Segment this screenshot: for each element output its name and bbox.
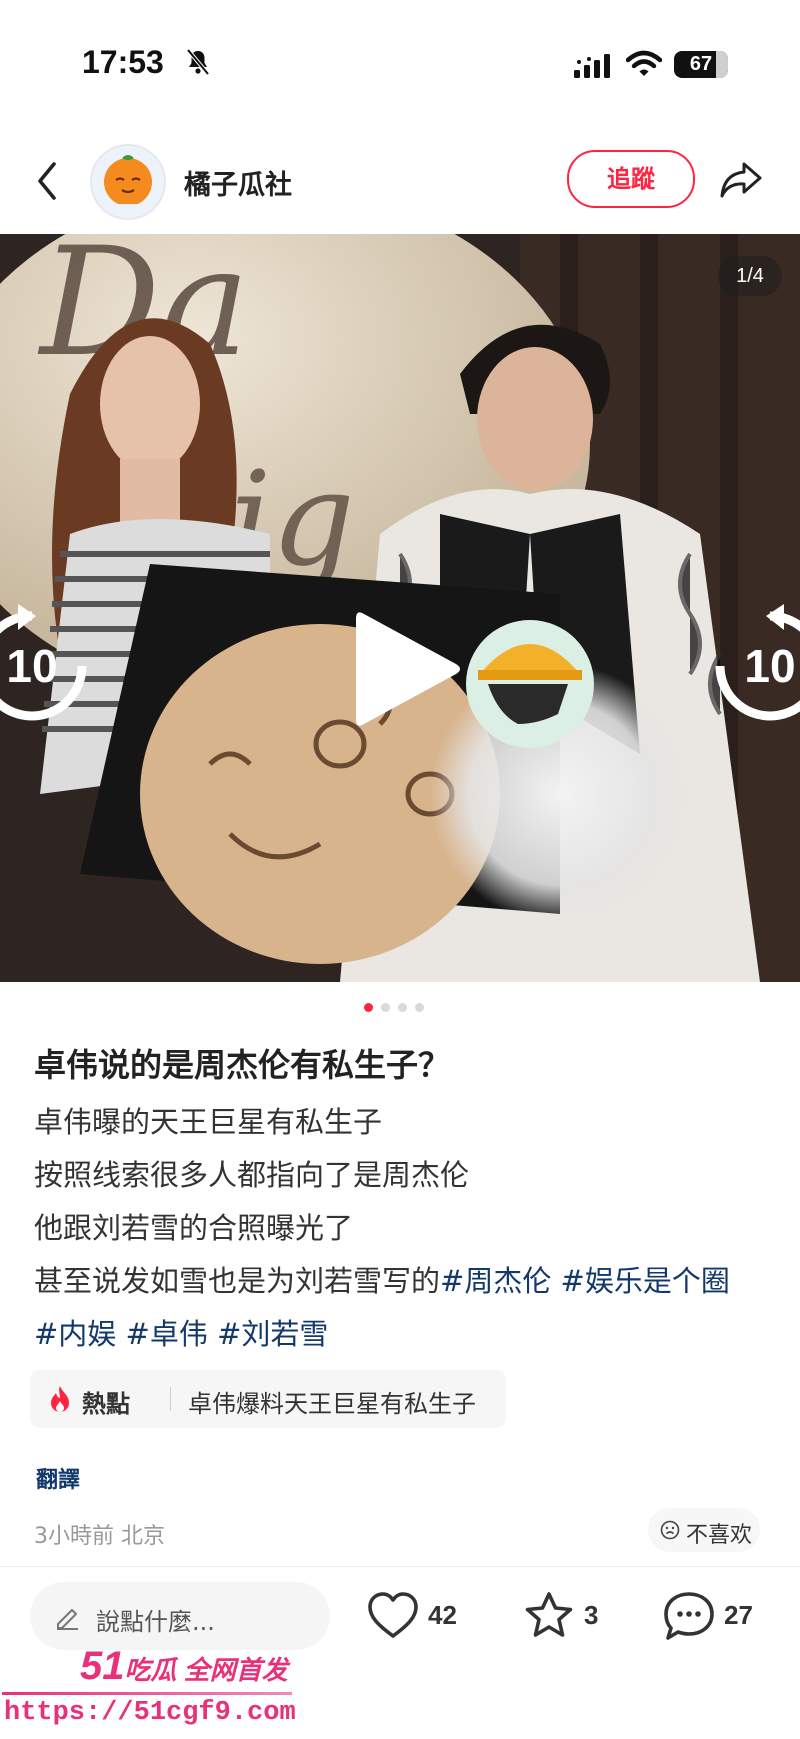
carousel-dot: [381, 1003, 390, 1012]
play-icon[interactable]: [346, 604, 466, 734]
hashtag[interactable]: #娱乐是个圈: [561, 1264, 730, 1298]
author-name[interactable]: 橘子瓜社: [184, 163, 292, 202]
comment-placeholder: 說點什麼...: [96, 1608, 215, 1636]
post-line: 甚至说发如雪也是为刘若雪写的: [34, 1264, 441, 1298]
post-header: 橘子瓜社 追蹤: [0, 130, 800, 230]
post-line: 按照线索很多人都指向了是周杰伦: [34, 1158, 470, 1192]
hashtag[interactable]: #内娱: [34, 1317, 116, 1351]
skip-forward-label: 10: [744, 640, 795, 692]
watermark-brand: 51吃瓜 全网首发: [80, 1644, 288, 1689]
post-title: 卓伟说的是周杰伦有私生子？: [34, 1046, 451, 1084]
wifi-icon: [626, 50, 662, 76]
watermark-text: 吃瓜 全网首发: [124, 1655, 288, 1685]
dislike-label: 不喜欢: [686, 1523, 753, 1548]
hashtag[interactable]: #刘若雪: [217, 1317, 328, 1351]
replay-10-icon[interactable]: 10: [0, 604, 94, 728]
hot-topic-text: 卓伟爆料天王巨星有私生子: [188, 1390, 476, 1418]
post-meta: 3小時前 北京: [34, 1524, 165, 1549]
media-carousel[interactable]: Da ig 1/4 10 10: [0, 234, 800, 982]
star-icon: [525, 1592, 573, 1637]
share-icon[interactable]: [718, 158, 764, 202]
translate-link[interactable]: 翻譯: [36, 1462, 80, 1494]
hashtag[interactable]: #卓伟: [126, 1317, 208, 1351]
watermark-underline: [2, 1692, 292, 1695]
bottom-divider: [0, 1566, 800, 1567]
comment-count: 27: [724, 1600, 753, 1630]
forward-10-icon[interactable]: 10: [708, 604, 800, 728]
comment-button[interactable]: 27: [662, 1590, 772, 1642]
battery-icon: 67: [674, 51, 728, 78]
status-bar: 17:53 67: [0, 0, 800, 120]
hashtag[interactable]: #周杰伦: [440, 1264, 551, 1298]
divider: [170, 1387, 171, 1411]
like-count: 42: [428, 1600, 457, 1630]
status-time: 17:53: [82, 44, 164, 80]
hot-topic-chip[interactable]: 熱點 卓伟爆料天王巨星有私生子: [30, 1370, 506, 1428]
post-tags-line: #内娱 #卓伟 #刘若雪: [34, 1308, 774, 1361]
dislike-button[interactable]: 不喜欢: [648, 1508, 760, 1552]
comment-input[interactable]: 說點什麼...: [30, 1582, 330, 1650]
post-line-with-tags: 甚至说发如雪也是为刘若雪写的#周杰伦 #娱乐是个圈: [34, 1255, 774, 1308]
carousel-dots: [364, 1003, 436, 1013]
back-chevron-icon[interactable]: [30, 156, 66, 206]
watermark-url: https://51cgf9.com: [4, 1698, 296, 1728]
pencil-icon: [57, 1609, 78, 1630]
watermark-number: 51: [80, 1644, 125, 1688]
battery-level: 67: [689, 53, 713, 75]
post-line: 卓伟曝的天王巨星有私生子: [34, 1105, 383, 1139]
like-button[interactable]: 42: [366, 1590, 476, 1642]
carousel-dot: [398, 1003, 407, 1012]
follow-button[interactable]: 追蹤: [567, 150, 695, 208]
watermark: 51吃瓜 全网首发 https://51cgf9.com: [0, 1644, 320, 1739]
frown-face-icon: [660, 1520, 680, 1540]
hot-topic-label: 熱點: [82, 1390, 130, 1418]
chat-bubble-icon: [664, 1592, 714, 1640]
signal-icon: [574, 54, 610, 78]
post-line: 他跟刘若雪的合照曝光了: [34, 1211, 354, 1245]
carousel-dot: [415, 1003, 424, 1012]
post-body: 卓伟曝的天王巨星有私生子 按照线索很多人都指向了是周杰伦 他跟刘若雪的合照曝光了…: [34, 1096, 774, 1361]
carousel-dot: [364, 1003, 373, 1012]
skip-back-label: 10: [6, 640, 57, 692]
bell-slash-icon: [186, 48, 210, 76]
image-counter: 1/4: [718, 256, 782, 296]
orange-mascot-icon: [92, 146, 164, 218]
collect-button[interactable]: 3: [522, 1590, 612, 1642]
author-avatar[interactable]: [90, 144, 166, 220]
flame-icon: [51, 1386, 69, 1412]
heart-icon: [368, 1592, 418, 1638]
collect-count: 3: [584, 1600, 599, 1630]
